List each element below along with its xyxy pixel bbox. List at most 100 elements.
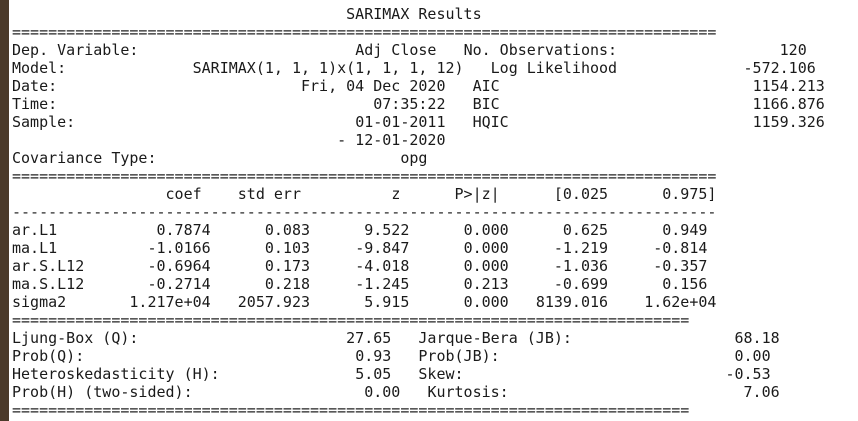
header-row-sample-end: - 12-01-2020: [12, 131, 825, 149]
coef-std-err: 0.173: [264, 257, 311, 275]
coef-z: 5.915: [364, 293, 410, 311]
coef-value: -0.6964: [147, 257, 211, 275]
coef-z: -4.018: [355, 257, 410, 275]
bic-value: 1166.876: [752, 95, 825, 113]
coef-std-err: 0.083: [264, 221, 311, 239]
diag-left-value: 0.93: [355, 347, 392, 365]
summary-title: SARIMAX Results: [346, 5, 482, 23]
model-label: Model:: [12, 59, 67, 77]
hqic-label: HQIC: [472, 113, 509, 131]
separator-top: ========================================…: [12, 23, 717, 41]
log-likelihood-label: Log Likelihood: [490, 59, 618, 77]
date-value: Fri, 04 Dec 2020: [301, 77, 446, 95]
coef-z: 9.522: [364, 221, 410, 239]
diag-left-label: Ljung-Box (Q):: [12, 329, 139, 347]
header-row-dep: Dep. Variable: Adj Close No. Observation…: [12, 41, 825, 59]
coef-header-row: coef std err z P>|z| [0.025 0.975]: [12, 185, 825, 203]
sample-label: Sample:: [12, 113, 76, 131]
coef-param: ar.L1: [12, 221, 58, 239]
separator-bottom: ========================================…: [12, 401, 690, 419]
sample-start-value: 01-01-2011: [355, 113, 446, 131]
coef-header-coef: coef: [165, 185, 202, 203]
sarimax-summary-output: SARIMAX Results =========================…: [12, 5, 825, 419]
header-row-sample: Sample: 01-01-2011 HQIC 1159.326: [12, 113, 825, 131]
diag-row: Prob(Q): 0.93 Prob(JB): 0.00: [12, 347, 825, 365]
sample-end-value: - 12-01-2020: [337, 131, 446, 149]
coef-row: ma.S.L12 -0.2714 0.218 -1.245 0.213 -0.6…: [12, 275, 825, 293]
coef-ci-upper: -0.357: [653, 257, 708, 275]
coef-pvalue: 0.000: [463, 257, 509, 275]
coef-ci-lower: 0.625: [562, 221, 609, 239]
coef-std-err: 0.218: [264, 275, 311, 293]
header-row-covariance: Covariance Type: opg: [12, 149, 825, 167]
coef-ci-lower: -1.036: [553, 257, 609, 275]
coef-z: -9.847: [355, 239, 410, 257]
coef-header-pvalue: P>|z|: [454, 185, 500, 203]
summary-title-line: SARIMAX Results: [12, 5, 825, 23]
diag-row: Heteroskedasticity (H): 5.05 Skew: -0.53: [12, 365, 825, 383]
coef-pvalue: 0.000: [463, 293, 509, 311]
coef-pvalue: 0.000: [463, 221, 509, 239]
diag-row: Ljung-Box (Q): 27.65 Jarque-Bera (JB): 6…: [12, 329, 825, 347]
coef-ci-upper: -0.814: [653, 239, 708, 257]
coef-row: sigma2 1.217e+04 2057.923 5.915 0.000 81…: [12, 293, 825, 311]
separator-coef-bottom: ========================================…: [12, 311, 690, 329]
coef-std-err: 0.103: [264, 239, 311, 257]
aic-label: AIC: [472, 77, 500, 95]
header-row-date: Date: Fri, 04 Dec 2020 AIC 1154.213: [12, 77, 825, 95]
covariance-type-value: opg: [400, 149, 428, 167]
diag-right-label: Skew:: [418, 365, 464, 383]
diag-right-value: 0.00: [734, 347, 771, 365]
nobs-value: 120: [779, 41, 807, 59]
diag-left-label: Heteroskedasticity (H):: [12, 365, 220, 383]
dep-variable-label: Dep. Variable:: [12, 41, 139, 59]
separator-coef-dash: ----------------------------------------…: [12, 203, 717, 221]
diag-right-value: 68.18: [734, 329, 780, 347]
diag-right-value: -0.53: [725, 365, 771, 383]
coef-pvalue: 0.000: [463, 239, 509, 257]
nobs-label: No. Observations:: [463, 41, 618, 59]
coef-row: ar.L1 0.7874 0.083 9.522 0.000 0.625 0.9…: [12, 221, 825, 239]
dep-variable-value: Adj Close: [355, 41, 437, 59]
aic-value: 1154.213: [752, 77, 825, 95]
coef-param: ma.L1: [12, 239, 58, 257]
bic-label: BIC: [472, 95, 500, 113]
coef-param: ar.S.L12: [12, 257, 85, 275]
diag-right-label: Prob(JB):: [418, 347, 500, 365]
coef-ci-upper: 0.156: [662, 275, 708, 293]
coef-ci-lower: -1.219: [553, 239, 609, 257]
date-label: Date:: [12, 77, 58, 95]
coef-value: -1.0166: [147, 239, 211, 257]
time-value: 07:35:22: [373, 95, 446, 113]
coef-param: sigma2: [12, 293, 67, 311]
coef-ci-lower: -0.699: [553, 275, 609, 293]
header-row-model: Model: SARIMAX(1, 1, 1)x(1, 1, 1, 12) Lo…: [12, 59, 825, 77]
coef-std-err: 2057.923: [237, 293, 311, 311]
coef-header-z: z: [391, 185, 401, 203]
diag-right-label: Kurtosis:: [427, 383, 509, 401]
model-value: SARIMAX(1, 1, 1)x(1, 1, 1, 12): [192, 59, 464, 77]
coef-value: 1.217e+04: [129, 293, 211, 311]
diag-left-value: 0.00: [364, 383, 401, 401]
coef-value: 0.7874: [156, 221, 211, 239]
log-likelihood-value: -572.106: [743, 59, 816, 77]
coef-ci-upper: 1.62e+04: [644, 293, 717, 311]
diag-left-value: 27.65: [346, 329, 392, 347]
coef-row: ar.S.L12 -0.6964 0.173 -4.018 0.000 -1.0…: [12, 257, 825, 275]
coef-ci-upper: 0.949: [662, 221, 708, 239]
coef-z: -1.245: [355, 275, 410, 293]
coef-header-ci-lower: [0.025: [553, 185, 609, 203]
diag-right-label: Jarque-Bera (JB):: [418, 329, 572, 347]
coef-row: ma.L1 -1.0166 0.103 -9.847 0.000 -1.219 …: [12, 239, 825, 257]
output-gutter-bar: [0, 0, 9, 421]
diag-left-label: Prob(H) (two-sided):: [12, 383, 193, 401]
coef-header-ci-upper: 0.975]: [662, 185, 717, 203]
separator-coef-top: ========================================…: [12, 167, 717, 185]
coef-ci-lower: 8139.016: [535, 293, 609, 311]
time-label: Time:: [12, 95, 58, 113]
diag-left-label: Prob(Q):: [12, 347, 85, 365]
coef-param: ma.S.L12: [12, 275, 85, 293]
diag-right-value: 7.06: [743, 383, 780, 401]
coef-pvalue: 0.213: [463, 275, 509, 293]
diag-left-value: 5.05: [355, 365, 392, 383]
